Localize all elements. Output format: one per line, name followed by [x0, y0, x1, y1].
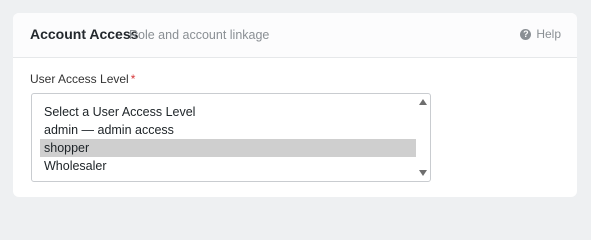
user-access-level-select[interactable]: Select a User Access Level admin — admin… — [31, 93, 431, 182]
panel-subtitle: Role and account linkage — [129, 28, 270, 42]
panel-title: Account Access — [30, 26, 139, 42]
option-list: Select a User Access Level admin — admin… — [32, 103, 416, 175]
question-circle-icon: ? — [520, 28, 532, 40]
account-access-panel: Account Access Role and account linkage … — [13, 13, 577, 197]
option-select-placeholder[interactable]: Select a User Access Level — [32, 103, 416, 121]
help-button[interactable]: ? Help — [520, 27, 561, 41]
scroll-up-arrow-icon[interactable] — [419, 99, 427, 105]
panel-header: Account Access Role and account linkage … — [13, 13, 577, 58]
option-shopper[interactable]: shopper — [40, 139, 416, 157]
field-label-text: User Access Level — [30, 72, 129, 86]
listbox-scrollbar[interactable] — [416, 94, 430, 181]
required-marker: * — [130, 72, 136, 86]
option-wholesaler[interactable]: Wholesaler — [32, 157, 416, 175]
scroll-down-arrow-icon[interactable] — [419, 170, 427, 176]
user-access-level-label: User Access Level * — [30, 72, 135, 86]
option-admin[interactable]: admin — admin access — [32, 121, 416, 139]
help-label: Help — [536, 27, 561, 41]
